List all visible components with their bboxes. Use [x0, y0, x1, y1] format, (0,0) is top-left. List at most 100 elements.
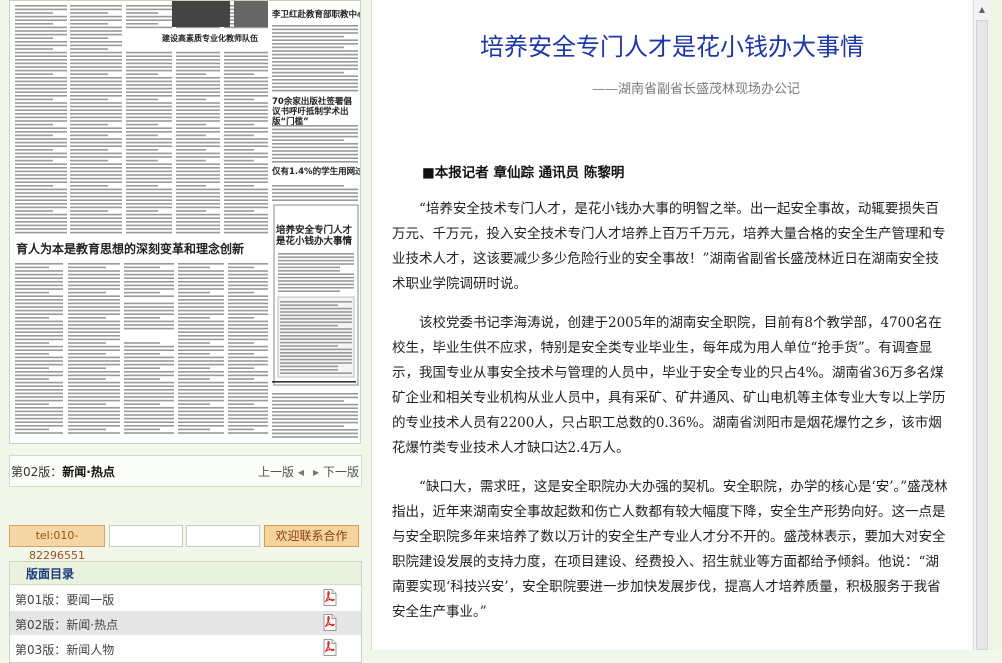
text-line: [15, 428, 49, 431]
text-line: [224, 188, 268, 191]
text-line: [15, 109, 67, 111]
text-line: [15, 407, 63, 409]
text-line: [228, 273, 268, 276]
text-line: [15, 138, 67, 140]
blank-input-1[interactable]: [109, 525, 183, 547]
text-line: [278, 287, 354, 289]
text-line: [280, 307, 352, 310]
text-line: [68, 309, 120, 312]
text-line: [228, 338, 268, 341]
text-line: [70, 98, 108, 101]
text-line: [228, 313, 268, 315]
text-line: [176, 127, 220, 129]
scrollbar-thumb[interactable]: [976, 20, 988, 650]
text-line: [15, 192, 67, 194]
text-line: [178, 313, 224, 315]
prev-edition-link[interactable]: 上一版 ◀: [258, 463, 304, 480]
text-line: [176, 95, 220, 97]
text-line: [280, 335, 352, 337]
text-line: [15, 134, 53, 137]
text-line: [176, 203, 220, 205]
text-line: [15, 342, 49, 344]
arrow-up-icon[interactable]: ▲: [974, 2, 990, 18]
text-line: [272, 396, 358, 399]
edition-name: 新闻·热点: [62, 465, 115, 479]
pdf-icon[interactable]: [323, 639, 337, 656]
text-line: [15, 145, 67, 147]
text-line: [70, 210, 108, 212]
text-line: [176, 213, 220, 216]
text-line: [15, 417, 63, 420]
text-line: [176, 141, 220, 144]
text-line: [178, 389, 224, 391]
text-line: [68, 381, 120, 384]
vertical-scrollbar[interactable]: ▲: [973, 0, 991, 650]
text-line: [126, 113, 172, 115]
text-line: [272, 429, 358, 431]
text-line: [15, 26, 67, 29]
text-line: [124, 349, 174, 351]
text-line: [70, 66, 122, 68]
text-line: [280, 331, 352, 334]
pdf-icon[interactable]: [323, 589, 337, 606]
pdf-icon[interactable]: [323, 614, 337, 631]
text-line: [15, 91, 67, 93]
text-line: [124, 396, 174, 398]
text-line: [126, 156, 172, 158]
text-line: [176, 120, 220, 122]
text-line: [272, 432, 358, 435]
contact-cooperation-button[interactable]: 欢迎联系合作: [264, 525, 359, 547]
text-line: [15, 396, 63, 398]
text-line: [280, 311, 352, 313]
text-line: [126, 167, 172, 169]
text-line: [124, 327, 174, 330]
directory-item[interactable]: 第03版：新闻人物: [10, 636, 361, 660]
text-line: [280, 338, 352, 340]
blank-input-2[interactable]: [186, 525, 260, 547]
text-line: [15, 306, 63, 308]
text-line: [272, 32, 358, 34]
text-line: [126, 145, 172, 147]
newspaper-page-thumbnail[interactable]: 李卫红赴教育部职教中心研究所调研党建工作 建设高素质专业化教师队伍 70余家出版…: [9, 0, 361, 444]
text-line: [70, 91, 122, 93]
text-line: [224, 69, 268, 72]
text-line: [278, 256, 354, 258]
text-line: [70, 185, 108, 187]
text-line: [178, 345, 224, 348]
text-line: [126, 87, 172, 90]
text-line: [228, 335, 268, 337]
text-line: [68, 345, 120, 348]
text-line: [228, 345, 268, 348]
text-line: [126, 221, 172, 223]
text-line: [176, 224, 220, 227]
text-line: [15, 284, 63, 287]
text-line: [278, 273, 354, 275]
text-line: [178, 410, 224, 413]
next-edition-link[interactable]: ▶ 下一版: [313, 463, 359, 480]
text-line: [176, 231, 220, 234]
text-line: [124, 317, 160, 319]
text-line: [15, 177, 67, 180]
text-line: [68, 342, 106, 344]
text-line: [68, 417, 120, 420]
text-line: [15, 349, 63, 351]
text-line: [126, 98, 158, 101]
text-line: [126, 206, 172, 209]
text-line: [68, 313, 120, 315]
text-line: [15, 414, 63, 416]
text-line: [15, 281, 63, 283]
text-line: [15, 84, 67, 86]
text-line: [68, 299, 120, 301]
text-line: [15, 73, 53, 75]
text-line: [176, 192, 220, 194]
text-line: [272, 61, 358, 63]
directory-item[interactable]: 第02版：新闻·热点: [10, 611, 361, 635]
directory-item[interactable]: 第01版：要闻一版: [10, 586, 361, 610]
text-line: [176, 102, 220, 104]
text-line: [178, 335, 224, 337]
text-line: [70, 152, 122, 155]
text-line: [272, 400, 344, 402]
text-line: [68, 324, 120, 326]
text-line: [178, 417, 224, 420]
text-line: [68, 353, 106, 355]
